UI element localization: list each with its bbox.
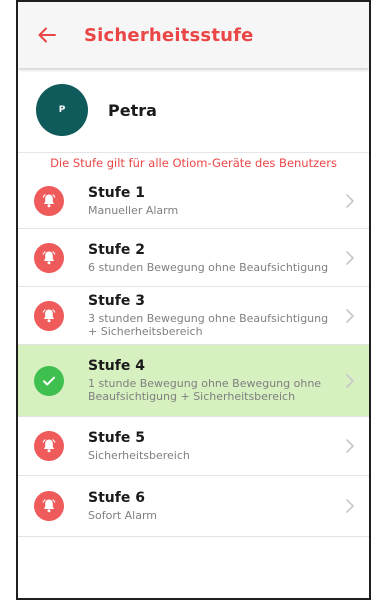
chevron-right-icon xyxy=(346,308,354,323)
level-item-5[interactable]: Stufe 5 Sicherheitsbereich xyxy=(18,417,369,476)
arrow-left-icon[interactable] xyxy=(38,24,60,46)
bell-icon xyxy=(34,186,64,216)
user-name: Petra xyxy=(108,100,157,120)
level-description: 1 stunde Bewegung ohne Bewegung ohne Bea… xyxy=(88,377,322,403)
level-description: 3 stunden Bewegung ohne Beaufsichtigung … xyxy=(88,312,329,338)
level-title: Stufe 1 xyxy=(88,185,145,201)
level-item-6[interactable]: Stufe 6 Sofort Alarm xyxy=(18,476,369,537)
app-bar: Sicherheitsstufe xyxy=(18,2,369,68)
level-item-3[interactable]: Stufe 3 3 stunden Bewegung ohne Beaufsic… xyxy=(18,287,369,345)
phone-frame: Sicherheitsstufe P Petra Die Stufe gilt … xyxy=(16,0,371,600)
level-list: Stufe 1 Manueller Alarm Stufe 2 6 stunde… xyxy=(18,174,369,537)
level-item-1[interactable]: Stufe 1 Manueller Alarm xyxy=(18,174,369,229)
avatar: P xyxy=(36,84,88,136)
level-title: Stufe 4 xyxy=(88,358,145,374)
level-title: Stufe 2 xyxy=(88,241,145,258)
user-header: P Petra xyxy=(18,68,369,153)
chevron-right-icon xyxy=(346,194,354,208)
level-item-4[interactable]: Stufe 4 1 stunde Bewegung ohne Bewegung … xyxy=(18,345,369,417)
level-description: 6 stunden Bewegung ohne Beaufsichtigung xyxy=(88,260,329,274)
info-text: Die Stufe gilt für alle Otiom-Geräte des… xyxy=(50,156,337,170)
bell-icon xyxy=(34,491,64,521)
level-description: Sofort Alarm xyxy=(88,509,158,522)
chevron-right-icon xyxy=(346,373,354,388)
bell-icon xyxy=(34,431,64,461)
page-title: Sicherheitsstufe xyxy=(84,24,254,46)
level-description: Sicherheitsbereich xyxy=(88,449,190,462)
level-description: Manueller Alarm xyxy=(88,204,179,217)
check-icon xyxy=(34,365,64,396)
level-title: Stufe 5 xyxy=(88,430,145,446)
bell-icon xyxy=(34,242,64,273)
bell-icon xyxy=(34,300,64,331)
level-title: Stufe 6 xyxy=(88,490,145,506)
chevron-right-icon xyxy=(346,250,354,265)
chevron-right-icon xyxy=(346,439,354,453)
level-title: Stufe 3 xyxy=(88,293,145,309)
level-item-2[interactable]: Stufe 2 6 stunden Bewegung ohne Beaufsic… xyxy=(18,229,369,287)
chevron-right-icon xyxy=(346,499,354,513)
